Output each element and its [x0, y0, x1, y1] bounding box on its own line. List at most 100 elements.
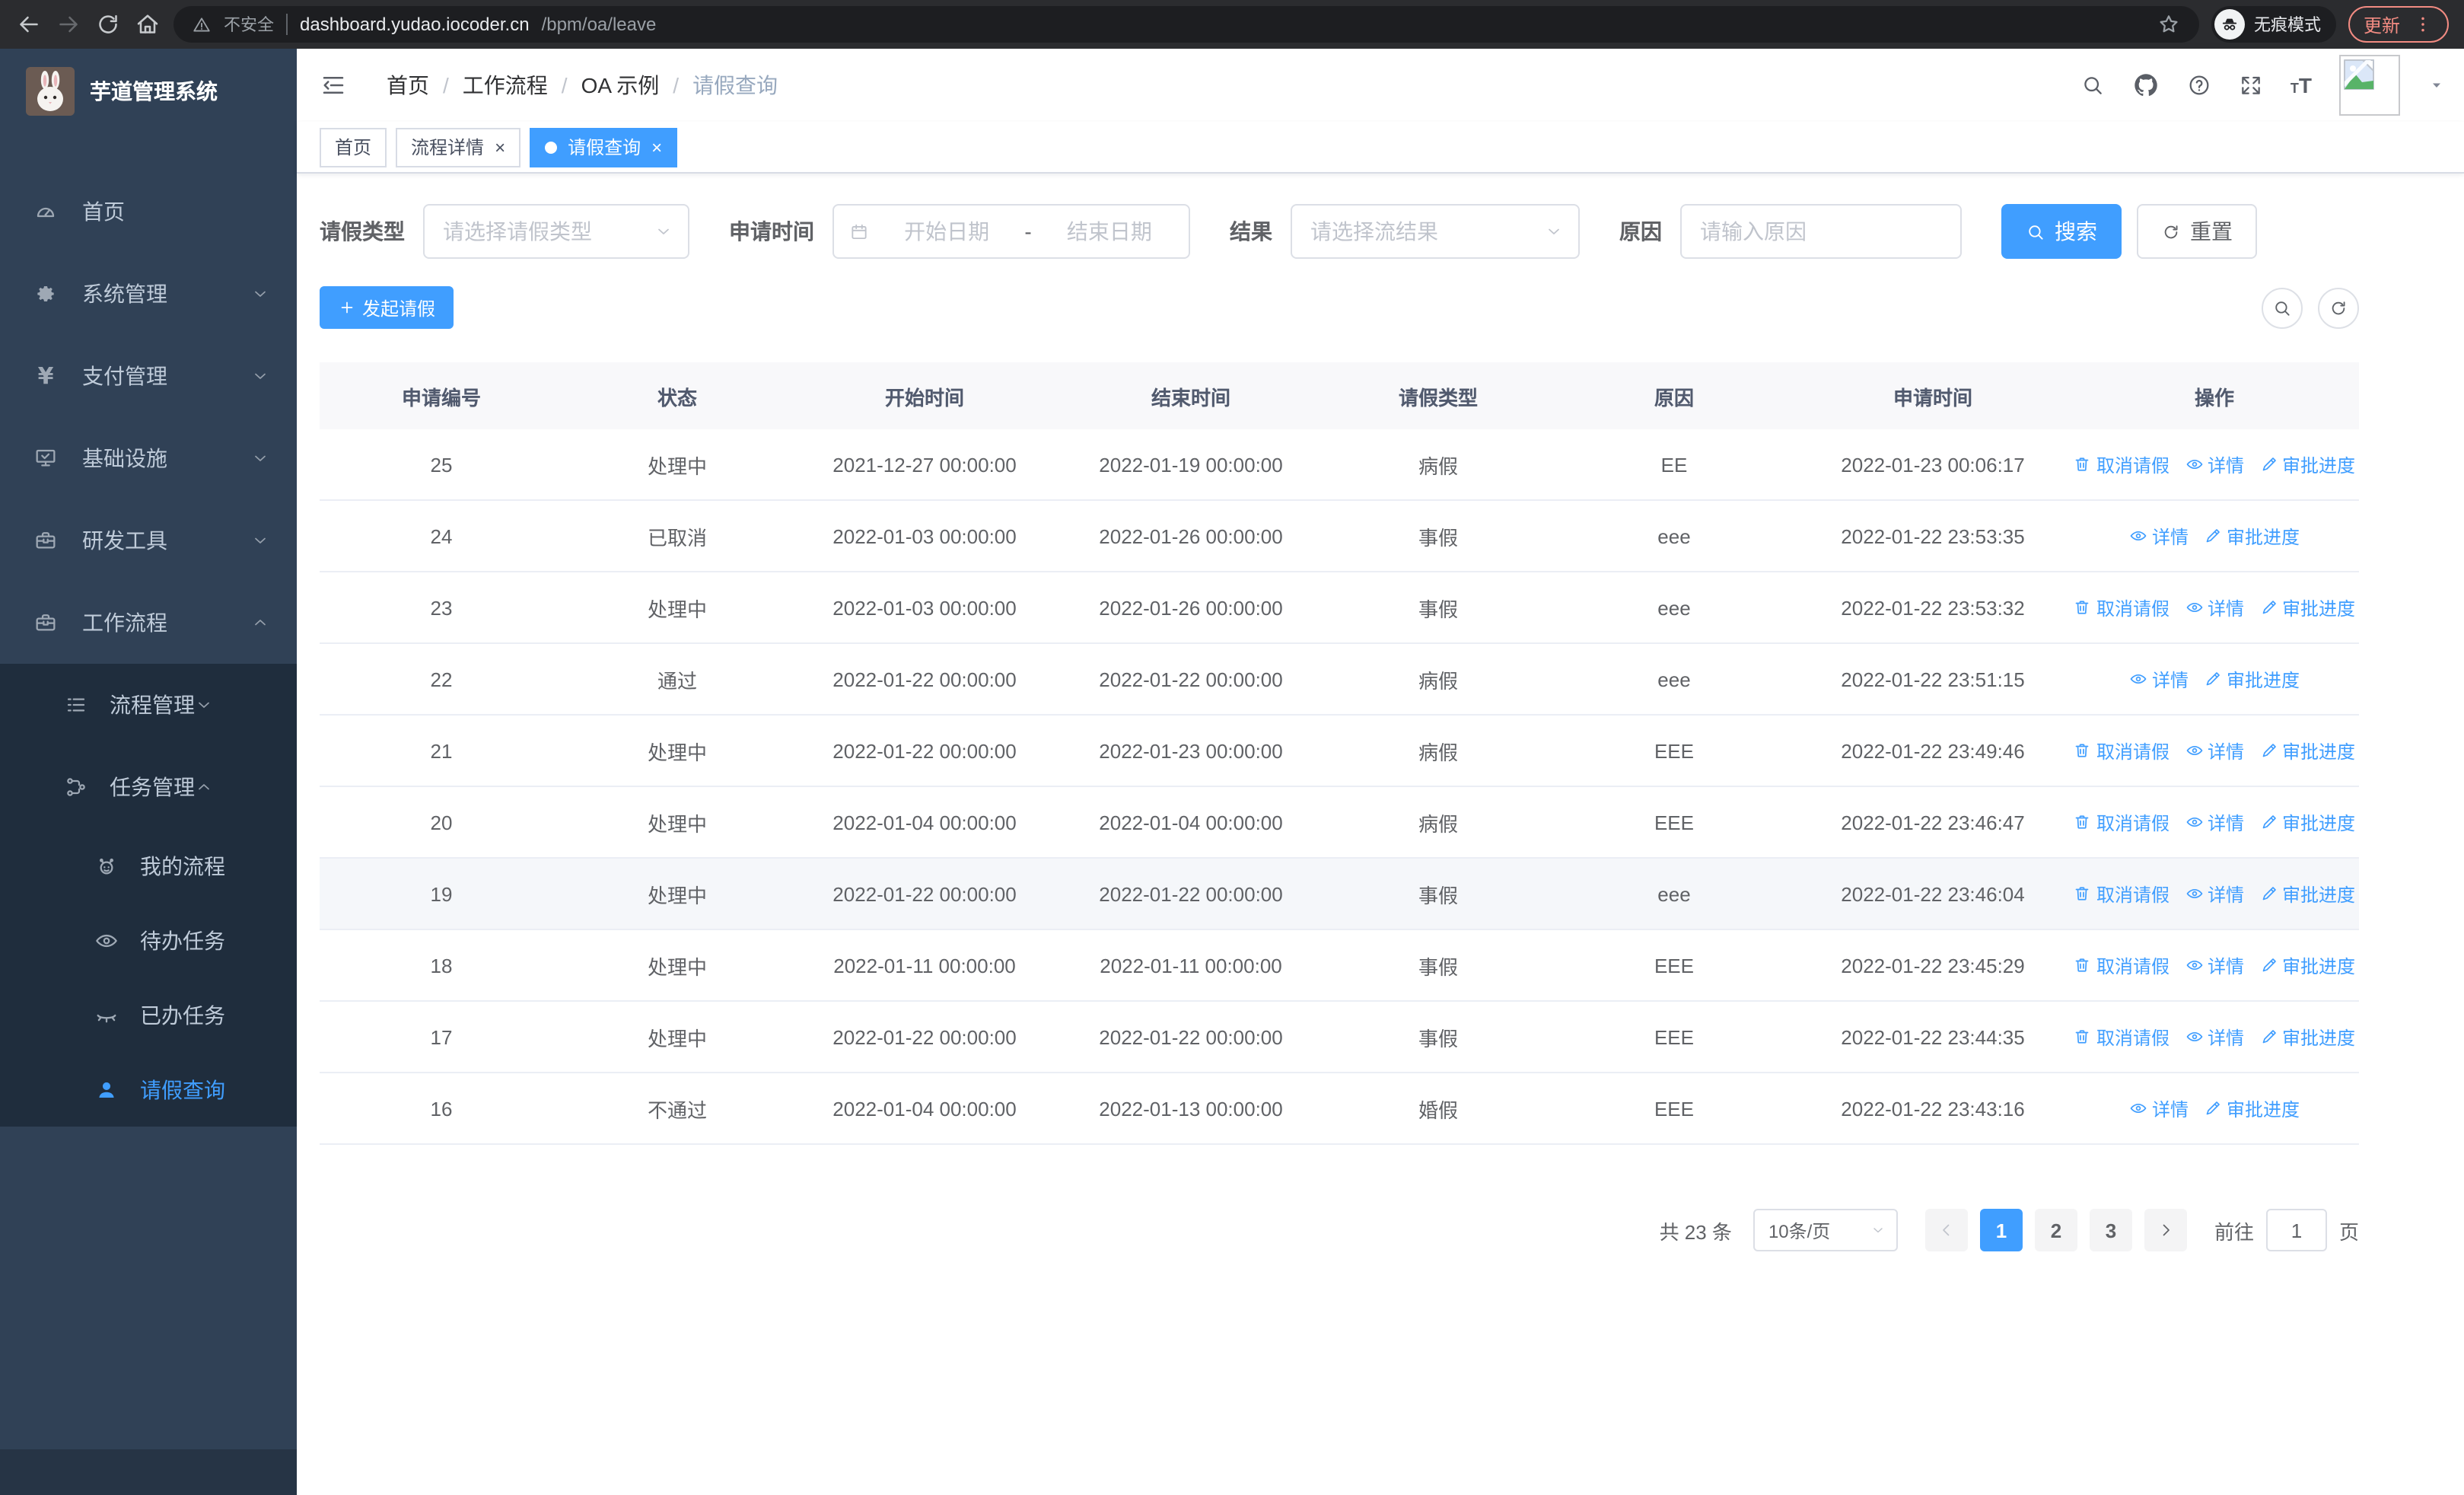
- action-detail[interactable]: 详情: [2185, 881, 2244, 907]
- github-icon[interactable]: [2132, 72, 2160, 99]
- reason-input[interactable]: [1700, 219, 1942, 244]
- action-detail[interactable]: 详情: [2185, 1024, 2244, 1050]
- action-approval-progress[interactable]: 审批进度: [2204, 1095, 2300, 1121]
- table-row[interactable]: 20 处理中 2022-01-04 00:00:00 2022-01-04 00…: [320, 787, 2359, 859]
- sidebar-item-devtools[interactable]: 研发工具: [0, 499, 297, 582]
- toggle-search-button[interactable]: [2262, 287, 2303, 328]
- sidebar-item-workflow[interactable]: 工作流程: [0, 582, 297, 664]
- sidebar-item-infra[interactable]: 基础设施: [0, 417, 297, 499]
- action-approval-progress[interactable]: 审批进度: [2204, 523, 2300, 549]
- page-header: 首页 / 工作流程 / OA 示例 / 请假查询 TT: [297, 49, 2464, 122]
- action-approval-progress[interactable]: 审批进度: [2259, 738, 2355, 763]
- table-row[interactable]: 19 处理中 2022-01-22 00:00:00 2022-01-22 00…: [320, 859, 2359, 930]
- fullscreen-icon[interactable]: [2239, 73, 2263, 97]
- table-row[interactable]: 22 通过 2022-01-22 00:00:00 2022-01-22 00:…: [320, 644, 2359, 716]
- action-approval-progress[interactable]: 审批进度: [2259, 1024, 2355, 1050]
- address-bar[interactable]: 不安全 dashboard.yudao.iocoder.cn/bpm/oa/le…: [173, 6, 2199, 43]
- sidebar-item-system[interactable]: 系统管理: [0, 253, 297, 335]
- page-button-1[interactable]: 1: [1979, 1209, 2023, 1251]
- table-row[interactable]: 16 不通过 2022-01-04 00:00:00 2022-01-13 00…: [320, 1073, 2359, 1145]
- next-page-button[interactable]: [2144, 1209, 2187, 1251]
- security-label[interactable]: 不安全: [224, 12, 274, 37]
- action-approval-progress[interactable]: 审批进度: [2259, 881, 2355, 907]
- end-date-placeholder[interactable]: 结束日期: [1046, 216, 1173, 247]
- close-icon[interactable]: ×: [651, 138, 662, 156]
- sidebar-fold-icon[interactable]: [320, 72, 347, 99]
- update-button[interactable]: 更新: [2348, 6, 2449, 43]
- sidebar-item-leave-query[interactable]: 请假查询: [0, 1052, 297, 1127]
- action-detail[interactable]: 详情: [2129, 1095, 2189, 1121]
- refresh-button[interactable]: [2318, 287, 2359, 328]
- close-icon[interactable]: ×: [495, 138, 505, 156]
- sidebar-item-process-mgmt[interactable]: 流程管理: [0, 664, 297, 746]
- action-detail[interactable]: 详情: [2185, 451, 2244, 477]
- help-icon[interactable]: [2187, 73, 2211, 97]
- page-button-3[interactable]: 3: [2089, 1209, 2132, 1251]
- sidebar-item-home[interactable]: 首页: [0, 171, 297, 253]
- leave-type-select[interactable]: 请选择请假类型: [423, 204, 689, 259]
- page-button-2[interactable]: 2: [2034, 1209, 2077, 1251]
- table-row[interactable]: 25 处理中 2021-12-27 00:00:00 2022-01-19 00…: [320, 429, 2359, 501]
- breadcrumb-workflow[interactable]: 工作流程: [463, 70, 548, 100]
- font-size-icon[interactable]: TT: [2291, 75, 2312, 96]
- cell-apply-time: 2022-01-22 23:51:15: [1841, 668, 2025, 690]
- action-cancel-leave[interactable]: 取消请假: [2074, 738, 2170, 763]
- action-detail[interactable]: 详情: [2185, 809, 2244, 835]
- update-label[interactable]: 更新: [2364, 11, 2400, 37]
- apply-time-range-picker[interactable]: 开始日期 - 结束日期: [832, 204, 1190, 259]
- action-detail[interactable]: 详情: [2185, 738, 2244, 763]
- action-approval-progress[interactable]: 审批进度: [2259, 451, 2355, 477]
- tag-process-detail[interactable]: 流程详情 ×: [396, 127, 521, 167]
- caret-down-icon[interactable]: [2427, 76, 2446, 94]
- action-cancel-leave[interactable]: 取消请假: [2074, 809, 2170, 835]
- action-detail[interactable]: 详情: [2129, 666, 2189, 692]
- sidebar-item-done-tasks[interactable]: 已办任务: [0, 977, 297, 1052]
- star-icon[interactable]: [2157, 12, 2181, 37]
- table-row[interactable]: 17 处理中 2022-01-22 00:00:00 2022-01-22 00…: [320, 1002, 2359, 1073]
- action-approval-progress[interactable]: 审批进度: [2259, 809, 2355, 835]
- start-date-placeholder[interactable]: 开始日期: [883, 216, 1011, 247]
- table-row[interactable]: 23 处理中 2022-01-03 00:00:00 2022-01-26 00…: [320, 572, 2359, 644]
- sidebar-item-task-mgmt[interactable]: 任务管理: [0, 746, 297, 828]
- action-cancel-leave[interactable]: 取消请假: [2074, 881, 2170, 907]
- forward-icon[interactable]: [55, 11, 82, 38]
- tag-home[interactable]: 首页: [320, 127, 387, 167]
- action-cancel-leave[interactable]: 取消请假: [2074, 451, 2170, 477]
- table-row[interactable]: 18 处理中 2022-01-11 00:00:00 2022-01-11 00…: [320, 930, 2359, 1002]
- breadcrumb-oa-example[interactable]: OA 示例: [581, 70, 660, 100]
- back-icon[interactable]: [15, 11, 43, 38]
- create-leave-button[interactable]: 发起请假: [320, 286, 454, 329]
- app-logo[interactable]: 芋道管理系统: [0, 49, 297, 134]
- action-cancel-leave[interactable]: 取消请假: [2074, 594, 2170, 620]
- reset-button[interactable]: 重置: [2137, 204, 2257, 259]
- action-approval-progress[interactable]: 审批进度: [2259, 594, 2355, 620]
- action-approval-progress[interactable]: 审批进度: [2259, 952, 2355, 978]
- sidebar-item-todo-tasks[interactable]: 待办任务: [0, 903, 297, 977]
- action-cancel-leave[interactable]: 取消请假: [2074, 952, 2170, 978]
- breadcrumb-current: 请假查询: [692, 73, 778, 97]
- table-row[interactable]: 24 已取消 2022-01-03 00:00:00 2022-01-26 00…: [320, 501, 2359, 572]
- action-detail[interactable]: 详情: [2185, 952, 2244, 978]
- table-row[interactable]: 21 处理中 2022-01-22 00:00:00 2022-01-23 00…: [320, 716, 2359, 787]
- tag-leave-query[interactable]: 请假查询 ×: [530, 127, 678, 167]
- avatar[interactable]: [2339, 55, 2400, 116]
- sidebar-item-my-process[interactable]: 我的流程: [0, 828, 297, 903]
- result-select[interactable]: 请选择流结果: [1291, 204, 1580, 259]
- breadcrumb-home[interactable]: 首页: [387, 70, 429, 100]
- search-icon[interactable]: [2080, 73, 2105, 97]
- goto-page-input[interactable]: [2265, 1209, 2327, 1251]
- eye-icon: [2185, 459, 2202, 470]
- reload-icon[interactable]: [94, 11, 122, 38]
- action-cancel-leave[interactable]: 取消请假: [2074, 1024, 2170, 1050]
- prev-page-button[interactable]: [1924, 1209, 1968, 1251]
- home-icon[interactable]: [134, 11, 161, 38]
- kebab-menu-icon[interactable]: [2412, 14, 2434, 35]
- sidebar-item-payment[interactable]: ¥ 支付管理: [0, 335, 297, 417]
- warning-icon[interactable]: [192, 14, 212, 34]
- action-detail[interactable]: 详情: [2129, 523, 2189, 549]
- page-size-select[interactable]: 10条/页: [1752, 1209, 1898, 1251]
- search-button[interactable]: 搜索: [2001, 204, 2122, 259]
- action-approval-progress[interactable]: 审批进度: [2204, 666, 2300, 692]
- action-detail[interactable]: 详情: [2185, 594, 2244, 620]
- cell-end-time: 2022-01-22 00:00:00: [1099, 882, 1283, 905]
